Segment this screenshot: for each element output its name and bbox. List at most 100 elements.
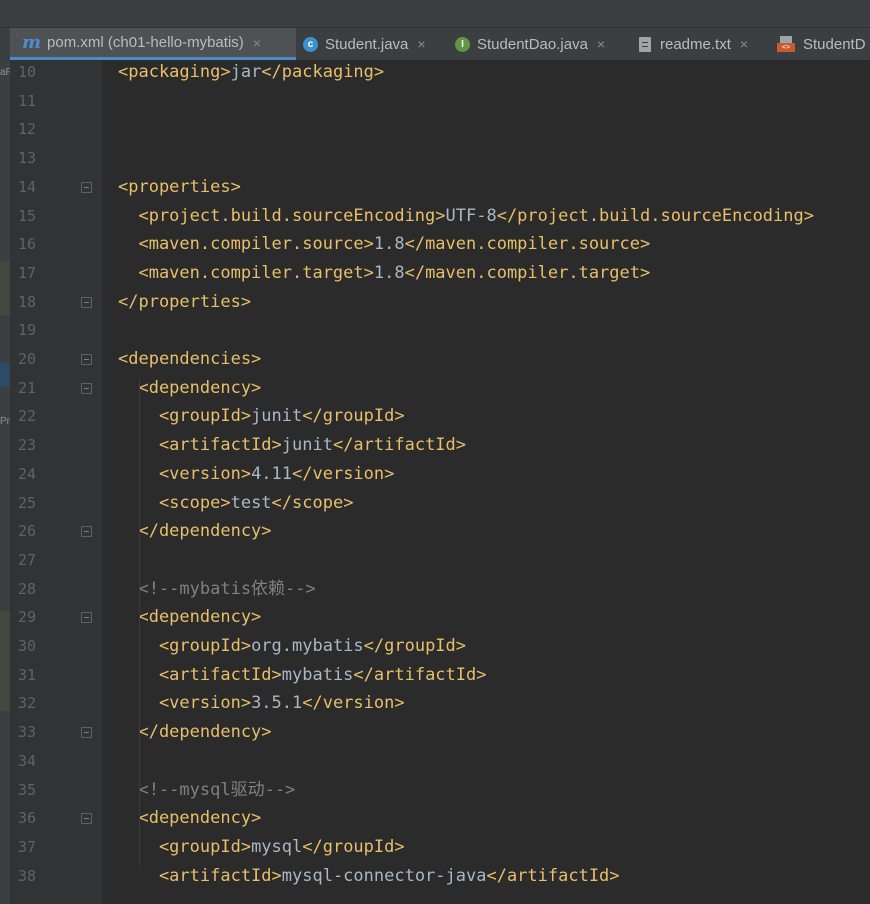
code-line[interactable]: 35 <!--mysql驱动--> <box>0 776 870 805</box>
code-text: <packaging>jar</packaging> <box>118 58 384 87</box>
fold-marker-icon[interactable] <box>81 727 92 739</box>
close-icon[interactable]: × <box>740 36 748 52</box>
tab-label: StudentD <box>803 35 866 53</box>
code-line[interactable]: 28 <!--mybatis依赖--> <box>0 575 870 604</box>
code-text: <properties> <box>118 173 241 202</box>
xml-tag-token: </dependency> <box>118 722 272 743</box>
fold-marker-icon[interactable] <box>81 612 92 624</box>
code-text: <version>4.11</version> <box>118 460 394 489</box>
tab-label: pom.xml (ch01-hello-mybatis) <box>47 34 244 51</box>
line-number: 11 <box>18 91 37 110</box>
text-file-icon <box>639 36 651 52</box>
xml-tag-token: </project.build.sourceEncoding> <box>496 205 814 226</box>
code-line[interactable]: 17 <maven.compiler.target>1.8</maven.com… <box>0 259 870 288</box>
code-line[interactable]: 11 <box>0 87 870 116</box>
close-icon[interactable]: × <box>253 35 261 51</box>
xml-tag-token: </packaging> <box>261 62 385 82</box>
line-number: 29 <box>18 608 37 627</box>
fold-marker-icon[interactable] <box>81 296 92 308</box>
code-line[interactable]: 20 <dependencies> <box>0 345 870 374</box>
code-text: <version>3.5.1</version> <box>118 689 405 718</box>
code-line[interactable]: 24 <version>4.11</version> <box>0 460 870 489</box>
text-token: jar <box>230 62 262 82</box>
code-line[interactable]: 38 <artifactId>mysql-connector-java</art… <box>0 862 870 891</box>
text-token: junit <box>281 435 333 456</box>
code-line[interactable]: 21 <dependency> <box>0 374 870 403</box>
code-line[interactable]: 37 <groupId>mysql</groupId> <box>0 833 870 862</box>
code-line[interactable]: 26 </dependency> <box>0 517 870 546</box>
xml-tag-token: </artifactId> <box>486 865 620 886</box>
text-token: junit <box>251 406 303 427</box>
line-number: 25 <box>18 493 37 512</box>
tab-pom-xml[interactable]: m pom.xml (ch01-hello-mybatis) × <box>10 28 296 60</box>
code-line[interactable]: 15 <project.build.sourceEncoding>UTF-8</… <box>0 202 870 231</box>
interface-icon: I <box>455 36 470 52</box>
text-token: test <box>230 492 272 513</box>
tab-label: readme.txt <box>660 35 731 53</box>
xml-tag-token: <artifactId> <box>118 865 282 886</box>
tab-student-java[interactable]: c Student.java × <box>303 28 426 60</box>
code-line[interactable]: 32 <version>3.5.1</version> <box>0 689 870 718</box>
line-number: 20 <box>18 350 37 368</box>
code-line[interactable]: 16 <maven.compiler.source>1.8</maven.com… <box>0 230 870 259</box>
xml-tag-token: <properties> <box>118 176 241 197</box>
line-number: 32 <box>18 694 37 713</box>
fold-marker-icon[interactable] <box>81 382 92 394</box>
xml-tag-token: </artifactId> <box>332 435 467 456</box>
tab-studentd-xml[interactable]: <> StudentD <box>777 28 866 60</box>
code-line[interactable]: 27 <box>0 546 870 575</box>
line-number: 28 <box>18 579 37 598</box>
xml-tag-token: </properties> <box>118 291 252 312</box>
line-number: 23 <box>18 436 37 455</box>
xml-tag-token: <project.build.sourceEncoding> <box>118 205 446 226</box>
code-line[interactable]: 19 <box>0 316 870 345</box>
close-icon[interactable]: × <box>417 36 425 52</box>
tab-readme-txt[interactable]: readme.txt × <box>639 28 748 60</box>
line-number: 27 <box>18 550 37 569</box>
code-line[interactable]: 18 </properties> <box>0 288 870 317</box>
code-line[interactable]: 12 <box>0 115 870 144</box>
fold-marker-icon[interactable] <box>81 354 92 365</box>
xml-tag-token: <artifactId> <box>118 435 282 456</box>
code-line[interactable]: 30 <groupId>org.mybatis</groupId> <box>0 632 870 661</box>
fold-marker-icon[interactable] <box>81 181 92 193</box>
code-line[interactable]: 23 <artifactId>junit</artifactId> <box>0 431 870 460</box>
text-token: org.mybatis <box>251 636 364 656</box>
text-token: 3.5.1 <box>251 693 303 714</box>
xml-tag-token: </groupId> <box>363 636 467 656</box>
xml-tag-token: <packaging> <box>118 62 231 82</box>
code-line[interactable]: 13 <box>0 144 870 173</box>
xml-tag-token: <groupId> <box>118 636 252 656</box>
xml-tag-token: <version> <box>118 693 252 714</box>
tab-label: Student.java <box>325 35 409 53</box>
comment-token: <!--mybatis依赖--> <box>118 578 316 599</box>
comment-token: <!--mysql驱动--> <box>118 779 296 800</box>
code-line[interactable]: 10 <packaging>jar</packaging> <box>0 58 870 87</box>
fold-marker-icon[interactable] <box>81 526 92 538</box>
code-text: </dependency> <box>118 718 272 747</box>
tab-studentdao-java[interactable]: I StudentDao.java × <box>455 28 605 60</box>
code-line[interactable]: 29 <dependency> <box>0 603 870 632</box>
xml-tag-token: </version> <box>292 463 395 484</box>
xml-file-icon: <> <box>777 36 795 52</box>
code-line[interactable]: 33 </dependency> <box>0 718 870 747</box>
text-token: 1.8 <box>373 234 405 255</box>
code-line[interactable]: 25 <scope>test</scope> <box>0 489 870 518</box>
fold-marker-icon[interactable] <box>81 813 92 825</box>
line-number: 16 <box>18 235 37 254</box>
code-line[interactable]: 34 <box>0 747 870 776</box>
close-icon[interactable]: × <box>597 36 605 52</box>
code-text: <artifactId>mysql-connector-java</artifa… <box>118 862 620 891</box>
code-line[interactable]: 36 <dependency> <box>0 804 870 833</box>
window-title-strip <box>0 0 870 28</box>
code-text: </properties> <box>118 288 251 317</box>
code-text: <dependencies> <box>118 345 261 374</box>
code-line[interactable]: 14 <properties> <box>0 173 870 202</box>
code-line[interactable]: 22 <groupId>junit</groupId> <box>0 402 870 431</box>
code-text: <maven.compiler.target>1.8</maven.compil… <box>118 259 650 288</box>
xml-tag-token: </groupId> <box>302 406 405 427</box>
xml-tag-token: </groupId> <box>302 836 405 857</box>
code-line[interactable]: 31 <artifactId>mybatis</artifactId> <box>0 661 870 690</box>
code-text: <!--mysql驱动--> <box>118 776 295 805</box>
line-number: 18 <box>18 292 37 311</box>
